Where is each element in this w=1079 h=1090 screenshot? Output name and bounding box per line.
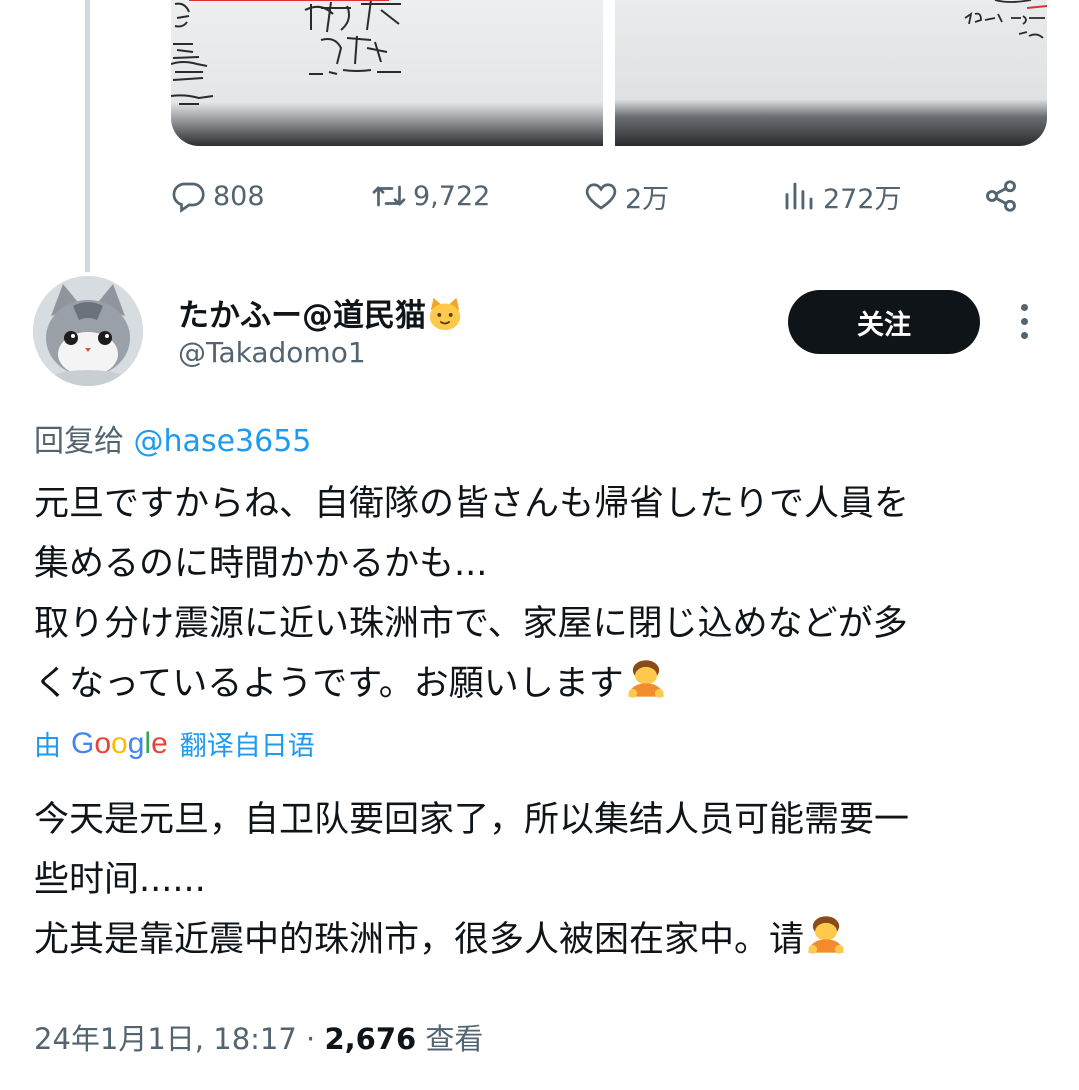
tweet-text-original-body: 元旦ですからね、自衛隊の皆さんも帰省したりで人員を 集めるのに時間かかるかも..…: [34, 484, 910, 704]
whiteboard-handwriting-right: [964, 0, 1047, 39]
reply-icon: [172, 182, 205, 213]
reply-action[interactable]: 808: [171, 170, 265, 222]
tweet-metadata: 24年1月1日, 18:17 · 2,676 查看: [34, 1016, 483, 1058]
tweet-text-original: 元旦ですからね、自衛隊の皆さんも帰省したりで人員を 集めるのに時間かかるかも..…: [34, 474, 1044, 714]
google-logo: Google: [71, 726, 168, 760]
timestamp[interactable]: 24年1月1日, 18:17 ·: [34, 1022, 324, 1056]
photo-whiteboard-right[interactable]: [615, 0, 1047, 146]
view-count-label: 查看: [416, 1022, 484, 1056]
reply-count: 808: [213, 180, 265, 212]
share-icon: [986, 180, 1016, 212]
translated-by-suffix: 翻译自日语: [179, 731, 315, 762]
tweet-action-bar: 808 9,722 2万 272万: [171, 170, 1051, 222]
reply-to-handle-link[interactable]: @hase3655: [134, 424, 312, 459]
avatar[interactable]: [33, 276, 143, 386]
views-chart-icon: [785, 182, 813, 210]
like-count: 2万: [625, 183, 670, 215]
cat-face-emoji: [429, 297, 461, 331]
share-action[interactable]: [983, 170, 1025, 222]
view-count: 272万: [823, 183, 902, 215]
display-name-text: たかふー@道民猫: [178, 298, 426, 334]
retweet-action[interactable]: 9,722: [371, 170, 490, 222]
whiteboard-handwriting-left: [171, 0, 401, 105]
reply-to-label: 回复给: [34, 424, 134, 459]
like-action[interactable]: 2万: [583, 170, 669, 222]
user-handle[interactable]: @Takadomo1: [178, 336, 366, 369]
tweet-media-grid[interactable]: [171, 0, 1047, 146]
retweet-icon: [372, 185, 406, 207]
retweet-count: 9,722: [413, 180, 491, 212]
more-vertical-icon[interactable]: [1008, 300, 1042, 344]
follow-button[interactable]: 关注: [788, 290, 980, 354]
person-bowing-emoji: [808, 916, 844, 954]
views-action[interactable]: 272万: [781, 170, 902, 222]
translated-by-prefix: 由: [34, 731, 61, 762]
cat-avatar-image: [33, 276, 143, 386]
display-name[interactable]: たかふー@道民猫: [178, 290, 464, 335]
tweet-text-translated: 今天是元旦，自卫队要回家了，所以集结人员可能需要一 些时间...... 尤其是靠…: [34, 790, 1044, 970]
translated-by-google[interactable]: 由 Google 翻译自日语: [34, 724, 315, 763]
heart-icon: [585, 183, 617, 210]
thread-connector-line: [85, 0, 90, 272]
view-count-value: 2,676: [324, 1022, 417, 1056]
person-bowing-emoji: [628, 660, 664, 698]
photo-whiteboard-left[interactable]: [171, 0, 603, 146]
tweet-text-translated-body: 今天是元旦，自卫队要回家了，所以集结人员可能需要一 些时间...... 尤其是靠…: [34, 800, 910, 960]
reply-to-line: 回复给 @hase3655: [34, 416, 311, 460]
